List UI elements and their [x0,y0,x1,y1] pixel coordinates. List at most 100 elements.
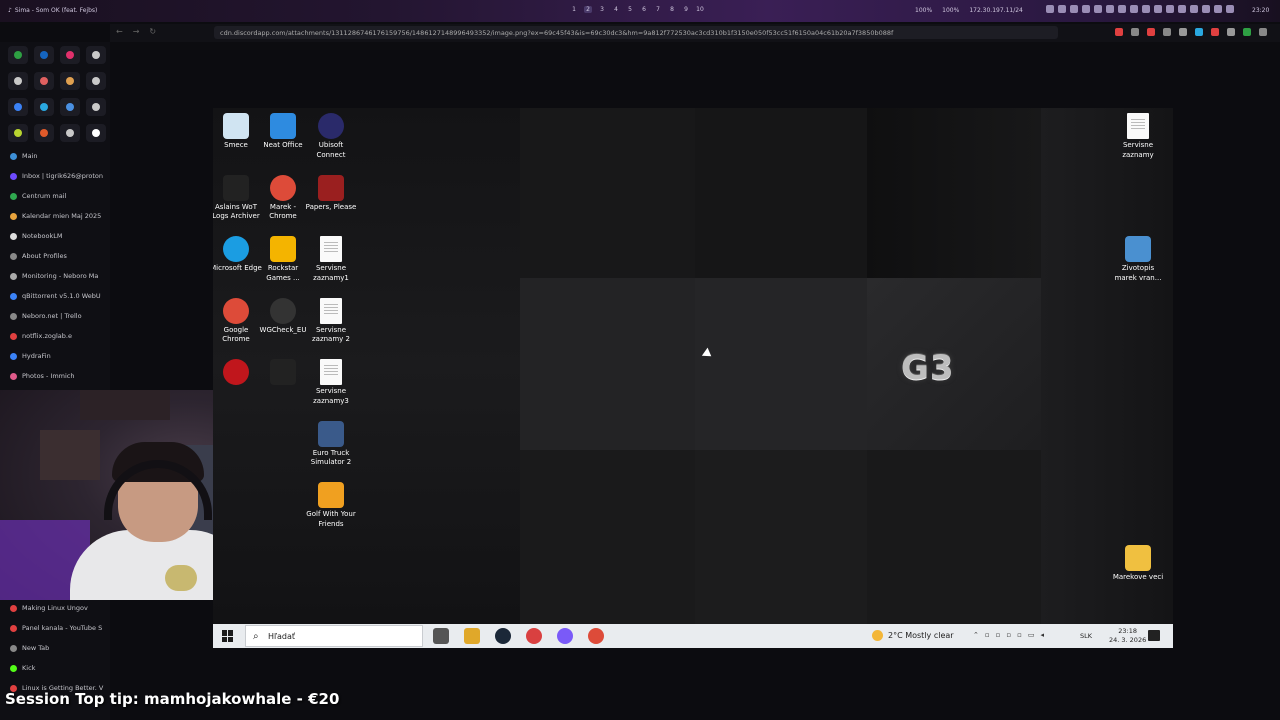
workspace-button[interactable]: 7 [654,6,662,13]
taskbar-search-box[interactable]: ⌕ Hľadať [245,625,423,647]
network-icon[interactable]: ▭ [1028,631,1035,639]
chevron-up-icon[interactable]: ⌃ [973,631,979,639]
tray-app-icon[interactable] [1154,5,1162,13]
workspace-button[interactable]: 5 [626,6,634,13]
sidebar-tab[interactable]: qBittorrent v5.1.0 WebU [0,286,110,306]
sidebar-tab[interactable]: Making Linux Ungov [0,598,110,618]
extension-icon[interactable] [1195,28,1203,36]
pinned-site-button[interactable] [34,72,54,90]
pinned-site-button[interactable] [60,98,80,116]
pinned-site-button[interactable] [86,46,106,64]
desktop-shortcut[interactable]: Euro Truck Simulator 2 [304,420,358,468]
tray-app-icon[interactable] [1106,5,1114,13]
workspace-button[interactable]: 10 [696,6,704,13]
pinned-site-button[interactable] [86,98,106,116]
sidebar-tab[interactable]: New Tab [0,638,110,658]
tray-icon[interactable]: ▫ [985,631,990,639]
tray-app-icon[interactable] [1130,5,1138,13]
desktop-shortcut[interactable]: Ubisoft Connect [304,113,358,160]
sidebar-tab[interactable]: Centrum mail [0,186,110,206]
windows-start-icon[interactable] [222,630,234,642]
pinned-site-button[interactable] [34,124,54,142]
weather-widget[interactable]: 2°C Mostly clear [872,630,954,641]
tray-icon[interactable]: ▫ [996,631,1001,639]
desktop-shortcut[interactable]: Papers, Please [304,174,358,213]
desktop-shortcut[interactable]: Servisne zaznamy [1111,113,1165,160]
steam-icon[interactable] [495,628,511,644]
tray-app-icon[interactable] [1070,5,1078,13]
sidebar-tab[interactable]: Main [0,146,110,166]
desktop-shortcut[interactable]: Golf With Your Friends [304,482,358,529]
desktop-shortcut[interactable]: Marek - Chrome [256,174,310,222]
workspace-button[interactable]: 1 [570,6,578,13]
extension-icon[interactable] [1163,28,1171,36]
tray-app-icon[interactable] [1118,5,1126,13]
chrome-icon[interactable] [588,628,604,644]
tray-app-icon[interactable] [1166,5,1174,13]
sidebar-tab[interactable]: notflix.zoglab.e [0,326,110,346]
notification-icon[interactable] [1148,630,1160,641]
pinned-site-button[interactable] [60,46,80,64]
back-icon[interactable]: ← [116,27,123,36]
pinned-site-button[interactable] [86,72,106,90]
discord-chrome-icon[interactable] [557,628,573,644]
sidebar-tab[interactable]: Monitoring - Neboro Ma [0,266,110,286]
tray-app-icon[interactable] [1142,5,1150,13]
workspace-button[interactable]: 3 [598,6,606,13]
sidebar-tab[interactable]: Kalendar mien Maj 2025 [0,206,110,226]
menu-icon[interactable] [1259,28,1267,36]
sidebar-tab[interactable]: Kick [0,658,110,678]
taskbar-clock[interactable]: 23:18 24. 3. 2026 [1109,627,1146,645]
desktop-shortcut[interactable]: Servisne zaznamy1 [304,236,358,283]
extension-icon[interactable] [1227,28,1235,36]
tray-icon[interactable]: ▫ [1017,631,1022,639]
desktop-shortcut[interactable]: WGCheck_EU [256,297,310,336]
address-bar[interactable]: cdn.discordapp.com/attachments/131128674… [214,26,1058,39]
desktop-shortcut[interactable]: Neat Office [256,113,310,151]
language-indicator[interactable]: SLK [1080,632,1092,640]
tray-icon[interactable]: ▫ [1006,631,1011,639]
sidebar-tab[interactable]: About Profiles [0,246,110,266]
extension-icon[interactable] [1211,28,1219,36]
sidebar-tab[interactable]: Panel kanala - YouTube S [0,618,110,638]
pinned-site-button[interactable] [8,124,28,142]
pinned-site-button[interactable] [60,124,80,142]
reload-icon[interactable]: ↻ [149,27,156,36]
extension-icon[interactable] [1115,28,1123,36]
pinned-site-button[interactable] [34,98,54,116]
pinned-site-button[interactable] [34,46,54,64]
extension-icon[interactable] [1179,28,1187,36]
pinned-site-button[interactable] [8,46,28,64]
tray-app-icon[interactable] [1058,5,1066,13]
tray-app-icon[interactable] [1190,5,1198,13]
extension-icon[interactable] [1243,28,1251,36]
desktop-shortcut[interactable] [256,359,310,387]
extension-icon[interactable] [1147,28,1155,36]
pinned-site-button[interactable] [60,72,80,90]
tray-app-icon[interactable] [1046,5,1054,13]
desktop-shortcut[interactable]: Marekove veci [1111,545,1165,583]
workspace-button[interactable]: 8 [668,6,676,13]
forward-icon[interactable]: → [133,27,140,36]
task-view-icon[interactable] [433,628,449,644]
sidebar-tab[interactable]: Neboro.net | Trello [0,306,110,326]
now-playing-widget[interactable]: ♪ Sima - Som OK (feat. Fejbs) [8,7,97,14]
desktop-shortcut[interactable]: Servisne zaznamy 2 [304,297,358,345]
workspace-button[interactable]: 6 [640,6,648,13]
sidebar-tab[interactable]: Photos - Immich [0,366,110,386]
tray-app-icon[interactable] [1094,5,1102,13]
tray-app-icon[interactable] [1214,5,1222,13]
pinned-site-button[interactable] [8,98,28,116]
tray-app-icon[interactable] [1226,5,1234,13]
tray-app-icon[interactable] [1082,5,1090,13]
volume-icon[interactable]: ◂ [1041,631,1045,639]
workspace-button[interactable]: 4 [612,6,620,13]
sidebar-tab[interactable]: Inbox | tigrik626@proton [0,166,110,186]
sidebar-tab[interactable]: HydraFin [0,346,110,366]
file-explorer-icon[interactable] [464,628,480,644]
media-player-icon[interactable] [526,628,542,644]
pinned-site-button[interactable] [8,72,28,90]
extension-icon[interactable] [1131,28,1139,36]
desktop-shortcut[interactable]: Zivotopis marek vran... [1111,236,1165,283]
tray-app-icon[interactable] [1178,5,1186,13]
